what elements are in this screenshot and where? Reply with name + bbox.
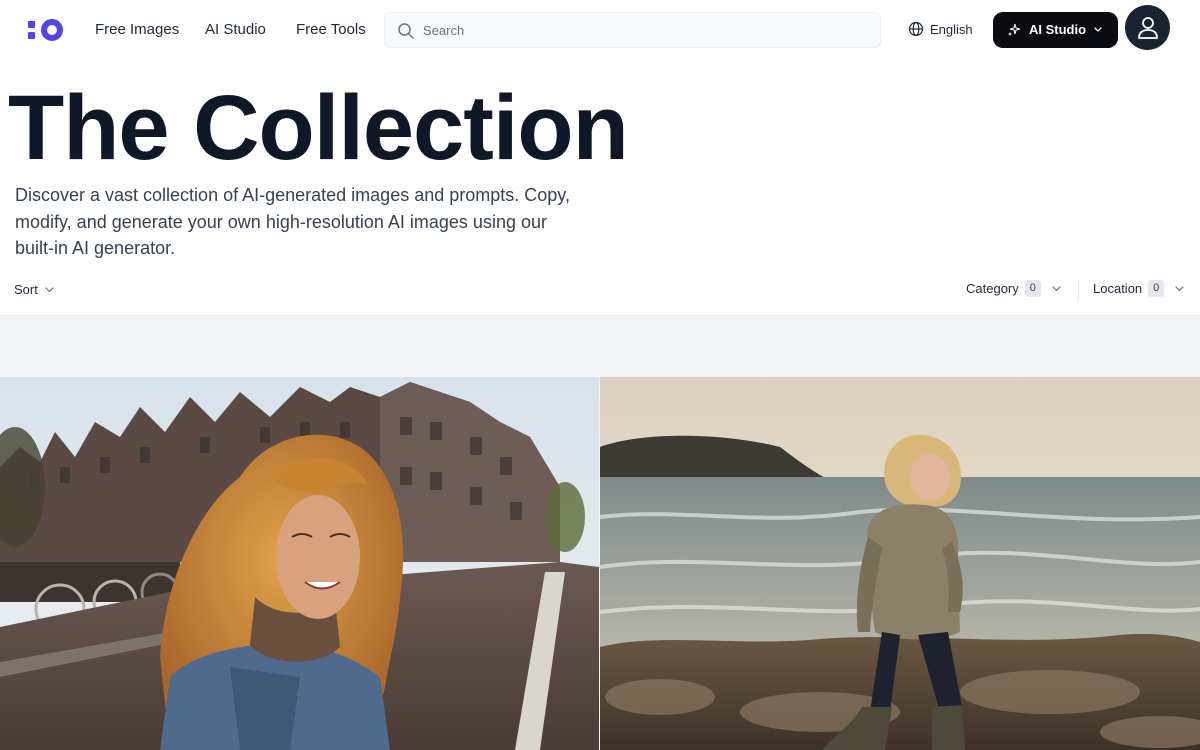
user-icon: [1138, 17, 1158, 39]
image-gallery: [0, 316, 1200, 750]
nav-free-images[interactable]: Free Images: [95, 21, 179, 38]
gallery-image-card[interactable]: [600, 377, 1200, 750]
page-title: The Collection: [8, 77, 629, 179]
top-navbar: Free Images AI Studio Free Tools English…: [0, 0, 1200, 62]
sort-label: Sort: [14, 282, 38, 297]
woman-amsterdam-street-image: [0, 377, 599, 750]
search-input[interactable]: [423, 13, 863, 47]
gallery-image-card[interactable]: [0, 377, 599, 750]
sort-dropdown[interactable]: Sort: [14, 282, 55, 297]
category-count-badge: 0: [1024, 280, 1041, 297]
globe-icon: [908, 21, 924, 37]
search-icon: [398, 23, 414, 39]
ai-studio-button[interactable]: AI Studio: [993, 12, 1118, 48]
site-logo[interactable]: [28, 19, 66, 41]
chevron-down-icon: [45, 286, 54, 292]
chevron-down-icon: [1094, 27, 1102, 32]
chevron-down-icon: [1052, 285, 1061, 291]
category-label: Category: [966, 281, 1019, 296]
nav-free-tools[interactable]: Free Tools: [296, 21, 366, 38]
nav-ai-studio[interactable]: AI Studio: [205, 21, 266, 38]
location-count-badge: 0: [1148, 280, 1165, 297]
search-bar[interactable]: [384, 12, 881, 48]
logo-mark-ring: [41, 19, 63, 41]
location-filter[interactable]: Location 0: [1093, 280, 1185, 297]
ai-studio-button-label: AI Studio: [1029, 22, 1087, 37]
sparkle-icon: [1008, 23, 1021, 36]
user-avatar-button[interactable]: [1125, 5, 1170, 50]
filter-bar: Sort Category 0 Location 0: [0, 270, 1200, 316]
language-selector[interactable]: English: [908, 21, 973, 37]
filter-divider: [1078, 279, 1079, 301]
category-filter[interactable]: Category 0: [966, 280, 1062, 297]
chevron-down-icon: [1175, 285, 1184, 291]
logo-mark-square-top: [28, 21, 35, 28]
page-description: Discover a vast collection of AI-generat…: [15, 185, 570, 258]
logo-mark-square-bottom: [28, 32, 35, 39]
child-on-rocky-shore-image: [600, 377, 1200, 750]
location-label: Location: [1093, 281, 1143, 296]
language-label: English: [930, 21, 973, 37]
